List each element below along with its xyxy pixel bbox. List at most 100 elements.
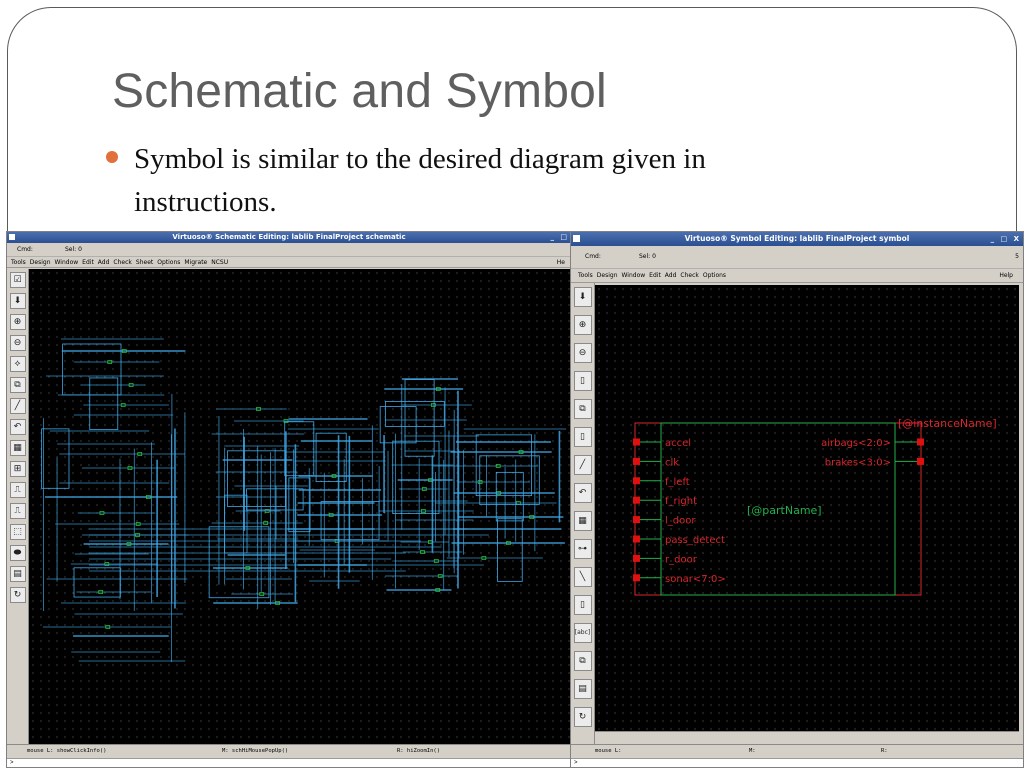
- input-pin[interactable]: sonar<7:0>: [633, 574, 726, 585]
- input-pin-label: l_door: [665, 516, 696, 527]
- input-pin[interactable]: accel: [633, 438, 691, 449]
- symbol-statusbar: mouse L: M: R:: [571, 744, 1023, 758]
- stretch-icon[interactable]: ⟡: [9, 356, 26, 372]
- cmd-right-value: 5: [1015, 253, 1019, 260]
- zoom-in-icon[interactable]: ⊕: [573, 315, 592, 335]
- zoom-in-icon[interactable]: ⊕: [9, 314, 26, 330]
- undo-icon[interactable]: ↶: [573, 483, 592, 503]
- pin-square: [633, 477, 640, 485]
- page-icon[interactable]: ▤: [573, 679, 592, 699]
- part-name-label: [@partName]: [747, 504, 822, 517]
- input-pin-label: accel: [665, 438, 691, 449]
- window-controls-icon[interactable]: _ □: [550, 232, 569, 243]
- instance-icon[interactable]: ⬬: [9, 545, 26, 561]
- symbol-titlebar[interactable]: Virtuoso® Symbol Editing: lablib FinalPr…: [571, 232, 1023, 246]
- input-pin-label: r_door: [665, 554, 698, 565]
- symbol-window-title: Virtuoso® Symbol Editing: lablib FinalPr…: [684, 234, 910, 243]
- grid-icon[interactable]: ▦: [573, 511, 592, 531]
- menu-options[interactable]: Options: [157, 259, 180, 266]
- schematic-window-title: Virtuoso® Schematic Editing: lablib Fina…: [172, 233, 406, 241]
- delete-icon[interactable]: ▯: [573, 427, 592, 447]
- label-icon[interactable]: ⬚: [9, 524, 26, 540]
- rectangle-icon[interactable]: ▯: [573, 595, 592, 615]
- descend-icon[interactable]: ⬇: [573, 287, 592, 307]
- menu-add[interactable]: Add: [665, 272, 677, 279]
- input-pin-label: pass_detect: [665, 535, 725, 546]
- schematic-canvas[interactable]: [29, 269, 571, 744]
- menu-help[interactable]: He: [557, 257, 565, 268]
- output-pin[interactable]: brakes<3:0>: [825, 457, 924, 468]
- window-controls-icon[interactable]: _ □ X: [991, 232, 1021, 246]
- symbol-prompt[interactable]: >: [571, 758, 1023, 767]
- pin-icon[interactable]: ⊶: [573, 539, 592, 559]
- input-pin[interactable]: f_right: [633, 496, 697, 507]
- menu-options[interactable]: Options: [703, 272, 726, 279]
- schematic-prompt[interactable]: >: [7, 758, 571, 767]
- menu-window[interactable]: Window: [55, 259, 79, 266]
- input-pin-label: sonar<7:0>: [665, 574, 726, 585]
- input-pin[interactable]: l_door: [633, 516, 696, 527]
- refresh-icon[interactable]: ↻: [9, 587, 26, 603]
- undo-icon[interactable]: ↶: [9, 419, 26, 435]
- window-menu-icon[interactable]: [9, 234, 15, 240]
- zoom-out-icon[interactable]: ⊖: [9, 335, 26, 351]
- wire-icon[interactable]: ╱: [573, 455, 592, 475]
- sel-label: Sel: 0: [65, 246, 82, 253]
- output-pin[interactable]: airbags<2:0>: [821, 438, 924, 449]
- bullet-dot: [106, 151, 118, 163]
- schematic-statusbar: mouse L: showClickInfo() M: schHiMousePo…: [7, 744, 571, 758]
- window-menu-icon[interactable]: [573, 235, 580, 242]
- symbol-toolbar: ⬇ ⊕ ⊖ ▯ ⧉ ▯ ╱ ↶ ▦ ⊶ ╲ ▯ [abc] ⧉ ▤ ↻: [571, 283, 595, 744]
- descend-icon[interactable]: ⬇: [9, 293, 26, 309]
- menu-check[interactable]: Check: [113, 259, 131, 266]
- refresh-icon[interactable]: ↻: [573, 707, 592, 727]
- menu-check[interactable]: Check: [680, 272, 698, 279]
- schematic-menubar: Tools Design Window Edit Add Check Sheet Option…: [7, 256, 571, 268]
- menu-edit[interactable]: Edit: [82, 259, 94, 266]
- menu-sheet[interactable]: Sheet: [136, 259, 153, 266]
- grid-icon[interactable]: ▦: [9, 440, 26, 456]
- output-pin-label: brakes<3:0>: [825, 457, 891, 468]
- pin-square: [633, 496, 640, 504]
- input-pin[interactable]: pass_detect: [633, 535, 725, 546]
- property-icon[interactable]: ⊞: [9, 461, 26, 477]
- menu-design[interactable]: Design: [30, 259, 51, 266]
- menu-window[interactable]: Window: [622, 272, 646, 279]
- menu-tools[interactable]: Tools: [11, 259, 26, 266]
- menu-design[interactable]: Design: [597, 272, 618, 279]
- input-pin[interactable]: clk: [633, 457, 679, 468]
- slide-title: Schematic and Symbol: [112, 65, 607, 118]
- bullet-text: Symbol is similar to the desired diagram…: [134, 143, 706, 218]
- status-mouse-left: mouse L:: [595, 748, 622, 754]
- horizontal-scrollbar[interactable]: [595, 731, 1019, 743]
- schematic-wiring: [41, 338, 567, 663]
- menu-add[interactable]: Add: [98, 259, 110, 266]
- input-pin[interactable]: r_door: [633, 554, 698, 565]
- symbol-drawing: [@instanceName] [@partName] accel clk f_le…: [633, 417, 997, 596]
- pin-icon[interactable]: ⎍: [9, 482, 26, 498]
- symbol-cmd-bar: Cmd: Sel: 0 5: [571, 246, 1023, 268]
- menu-migrate[interactable]: Migrate: [184, 259, 207, 266]
- check-icon[interactable]: ☑: [9, 272, 26, 288]
- schematic-titlebar[interactable]: Virtuoso® Schematic Editing: lablib Fina…: [7, 232, 571, 243]
- menu-ncsu[interactable]: NCSU: [211, 259, 228, 266]
- menu-help[interactable]: Help: [999, 269, 1013, 283]
- net-icon[interactable]: ⎍: [9, 503, 26, 519]
- status-mouse-middle: M:: [749, 748, 756, 754]
- input-pin-label: f_left: [665, 477, 690, 488]
- wire-icon[interactable]: ╱: [9, 398, 26, 414]
- pin-square: [633, 554, 640, 562]
- status-mouse-right: R: hiZoomIn(): [397, 748, 441, 754]
- window-icon[interactable]: ⧉: [573, 651, 592, 671]
- window-icon[interactable]: ▤: [9, 566, 26, 582]
- zoom-out-icon[interactable]: ⊖: [573, 343, 592, 363]
- symbol-canvas[interactable]: [@instanceName] [@partName] accel clk f_le…: [595, 285, 1019, 731]
- copy-icon[interactable]: ⧉: [9, 377, 26, 393]
- menu-edit[interactable]: Edit: [649, 272, 661, 279]
- stretch-icon[interactable]: ▯: [573, 371, 592, 391]
- label-icon[interactable]: [abc]: [573, 623, 592, 643]
- menu-tools[interactable]: Tools: [578, 272, 593, 279]
- copy-icon[interactable]: ⧉: [573, 399, 592, 419]
- pin-square: [633, 574, 640, 582]
- line-icon[interactable]: ╲: [573, 567, 592, 587]
